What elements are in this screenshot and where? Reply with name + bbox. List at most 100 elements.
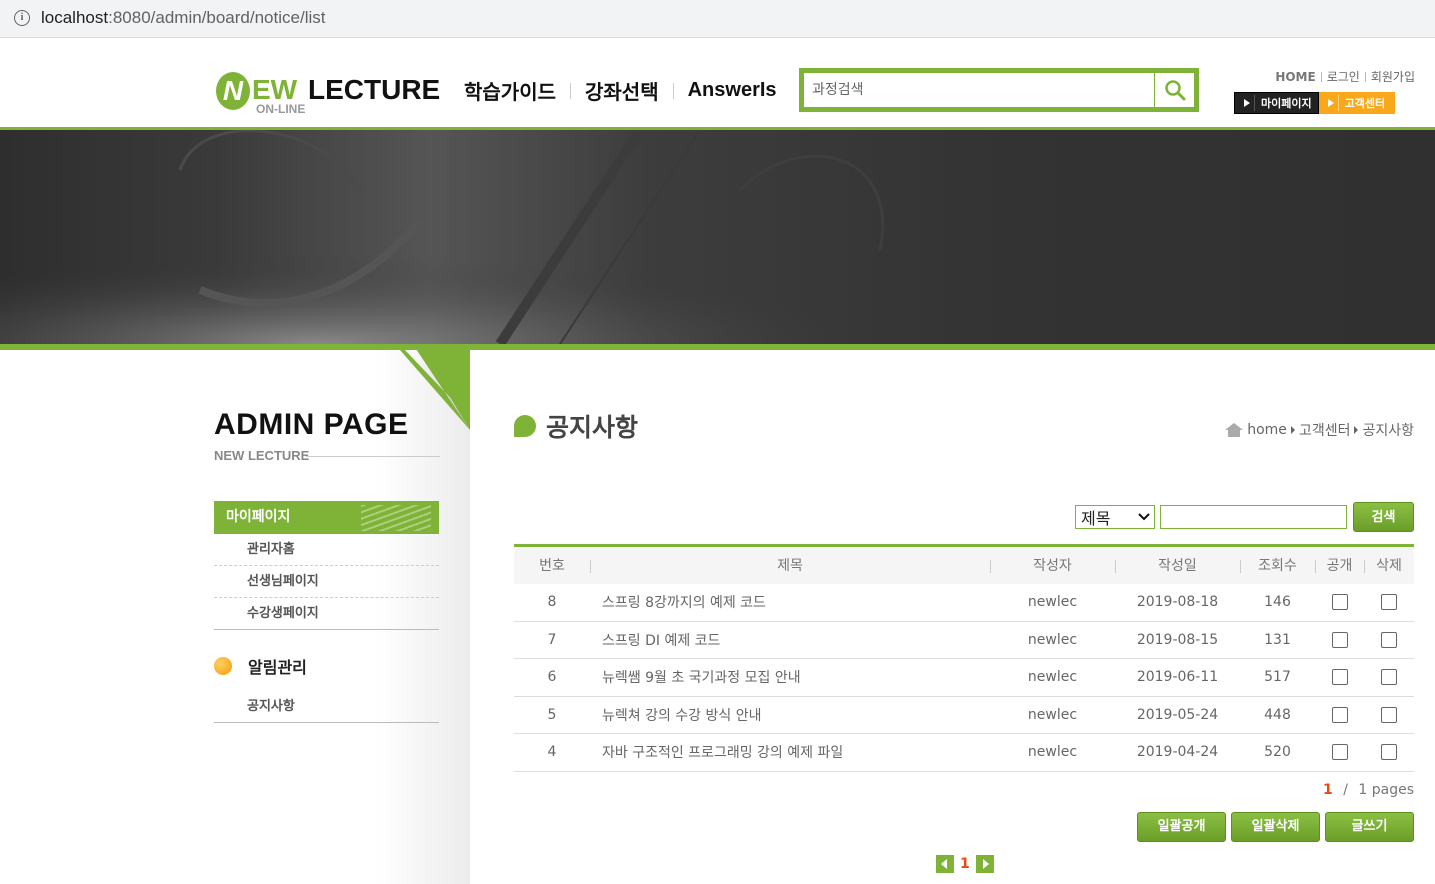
row-title-link[interactable]: 스프링 DI 예제 코드 <box>590 621 990 659</box>
breadcrumb-customer-center[interactable]: 고객센터 <box>1299 420 1351 440</box>
search-field-value: 제목 <box>1081 509 1111 528</box>
board-actions: 일괄공개 일괄삭제 글쓰기 <box>1132 812 1414 842</box>
info-icon[interactable]: i <box>14 10 30 26</box>
breadcrumb-arrow-icon <box>1354 426 1359 434</box>
section-label: 알림관리 <box>248 658 307 677</box>
util-divider <box>1320 71 1322 82</box>
row-writer: newlec <box>990 583 1115 622</box>
page-title-text: 공지사항 <box>546 413 639 442</box>
nav-course-select[interactable]: 강좌선택 <box>585 76 659 105</box>
public-checkbox[interactable] <box>1331 744 1348 761</box>
search-keyword-input[interactable] <box>1160 505 1347 529</box>
row-date: 2019-08-18 <box>1115 583 1240 622</box>
sidebar-item-admin-home[interactable]: 관리자홈 <box>214 534 439 566</box>
row-title-link[interactable]: 스프링 8강까지의 예제 코드 <box>590 583 990 622</box>
course-search-button[interactable] <box>1154 73 1194 107</box>
site-header: N EW LECTURE ON-LINE 학습가이드 강좌선택 AnswerIs… <box>0 38 1435 130</box>
row-public-cell <box>1315 658 1364 697</box>
row-date: 2019-08-15 <box>1115 621 1240 659</box>
search-button[interactable]: 검색 <box>1353 502 1414 532</box>
row-date: 2019-04-24 <box>1115 733 1240 772</box>
col-date: 작성일 <box>1115 546 1240 584</box>
breadcrumb-notice[interactable]: 공지사항 <box>1362 420 1414 440</box>
next-page-icon[interactable] <box>975 855 994 873</box>
mypage-button[interactable]: 마이페이지 <box>1234 92 1319 114</box>
sidebar-item-notice[interactable]: 공지사항 <box>214 691 439 723</box>
public-checkbox[interactable] <box>1331 669 1348 686</box>
sidebar: ADMIN PAGE NEW LECTURE 마이페이지 관리자홈 선생님페이지… <box>0 350 470 884</box>
nav-learning-guide[interactable]: 학습가이드 <box>464 76 556 105</box>
row-delete-cell <box>1364 733 1414 772</box>
current-page: 1 <box>1323 782 1333 798</box>
mypage-label: 마이페이지 <box>1261 97 1312 110</box>
col-hits: 조회수 <box>1240 546 1315 584</box>
arrow-right-icon <box>1239 95 1255 111</box>
delete-checkbox[interactable] <box>1381 594 1397 610</box>
col-number: 번호 <box>539 558 565 575</box>
row-title-link[interactable]: 뉴렉쌤 9월 초 국기과정 모집 안내 <box>590 658 990 697</box>
address-url[interactable]: localhost:8080/admin/board/notice/list <box>41 8 325 28</box>
table-row: 5 뉴렉쳐 강의 수강 방식 안내 newlec 2019-05-24 448 <box>514 696 1414 734</box>
row-writer: newlec <box>990 621 1115 659</box>
breadcrumb-home[interactable]: home <box>1247 422 1287 438</box>
row-date: 2019-05-24 <box>1115 696 1240 734</box>
sidebar-item-student-page[interactable]: 수강생페이지 <box>214 598 439 630</box>
util-login-link[interactable]: 로그인 <box>1327 68 1360 85</box>
table-row: 4 자바 구조적인 프로그래밍 강의 예제 파일 newlec 2019-04-… <box>514 733 1414 772</box>
table-row: 8 스프링 8강까지의 예제 코드 newlec 2019-08-18 146 <box>514 583 1414 622</box>
row-public-cell <box>1315 583 1364 622</box>
pager-page-1[interactable]: 1 <box>960 856 970 872</box>
page-separator: / <box>1343 782 1348 798</box>
row-number: 7 <box>514 621 590 659</box>
notice-table: 번호 제목 작성자 작성일 조회수 공개 삭제 8 스프링 8강까지의 예제 코… <box>514 544 1414 772</box>
public-checkbox[interactable] <box>1331 706 1348 723</box>
table-row: 6 뉴렉쌤 9월 초 국기과정 모집 안내 newlec 2019-06-11 … <box>514 658 1414 697</box>
row-title-link[interactable]: 뉴렉쳐 강의 수강 방식 안내 <box>590 696 990 734</box>
menu-head-pattern <box>361 505 431 531</box>
open-all-button[interactable]: 일괄공개 <box>1137 812 1226 842</box>
nav-answeris[interactable]: AnswerIs <box>688 79 777 102</box>
row-number: 4 <box>514 733 590 772</box>
write-button[interactable]: 글쓰기 <box>1325 812 1414 842</box>
course-search-box <box>799 68 1199 112</box>
course-search-input[interactable] <box>804 73 1158 107</box>
row-public-cell <box>1315 733 1364 772</box>
prev-page-icon[interactable] <box>936 855 954 873</box>
main-nav: 학습가이드 강좌선택 AnswerIs <box>464 76 777 105</box>
site-logo[interactable]: N EW LECTURE ON-LINE <box>214 72 444 118</box>
row-public-cell <box>1315 621 1364 659</box>
public-checkbox[interactable] <box>1331 631 1348 648</box>
col-delete: 삭제 <box>1364 546 1414 584</box>
sidebar-title: ADMIN PAGE <box>214 408 409 441</box>
delete-checkbox[interactable] <box>1381 631 1397 648</box>
breadcrumb: home 고객센터 공지사항 <box>1224 420 1414 440</box>
sidebar-menu-head-label: 마이페이지 <box>226 509 291 525</box>
public-checkbox[interactable] <box>1331 594 1348 610</box>
row-delete-cell <box>1364 658 1414 697</box>
col-writer: 작성자 <box>990 546 1115 584</box>
sidebar-green-corner <box>400 350 470 430</box>
sidebar-menu-mypage[interactable]: 마이페이지 <box>214 501 439 534</box>
logo-n-mark: N <box>216 72 250 110</box>
delete-checkbox[interactable] <box>1381 706 1397 723</box>
row-delete-cell <box>1364 583 1414 622</box>
delete-all-button[interactable]: 일괄삭제 <box>1231 812 1320 842</box>
visual-banner <box>0 130 1435 344</box>
sidebar-item-teacher-page[interactable]: 선생님페이지 <box>214 566 439 598</box>
arrow-right-icon <box>1323 95 1339 111</box>
delete-checkbox[interactable] <box>1381 744 1397 761</box>
page-title: 공지사항 <box>514 408 638 444</box>
customer-center-label: 고객센터 <box>1344 97 1386 110</box>
util-signup-link[interactable]: 회원가입 <box>1371 68 1415 85</box>
row-delete-cell <box>1364 621 1414 659</box>
delete-checkbox[interactable] <box>1381 669 1397 686</box>
row-hits: 131 <box>1240 621 1315 659</box>
search-field-select[interactable]: 제목 <box>1075 505 1155 529</box>
row-hits: 146 <box>1240 583 1315 622</box>
home-icon <box>1225 423 1244 437</box>
row-title-link[interactable]: 자바 구조적인 프로그래밍 강의 예제 파일 <box>590 733 990 772</box>
util-home-link[interactable]: HOME <box>1275 70 1315 84</box>
logo-lecture: LECTURE <box>308 74 441 105</box>
sidebar-subtitle: NEW LECTURE <box>214 448 310 463</box>
customer-center-button[interactable]: 고객센터 <box>1318 92 1396 114</box>
